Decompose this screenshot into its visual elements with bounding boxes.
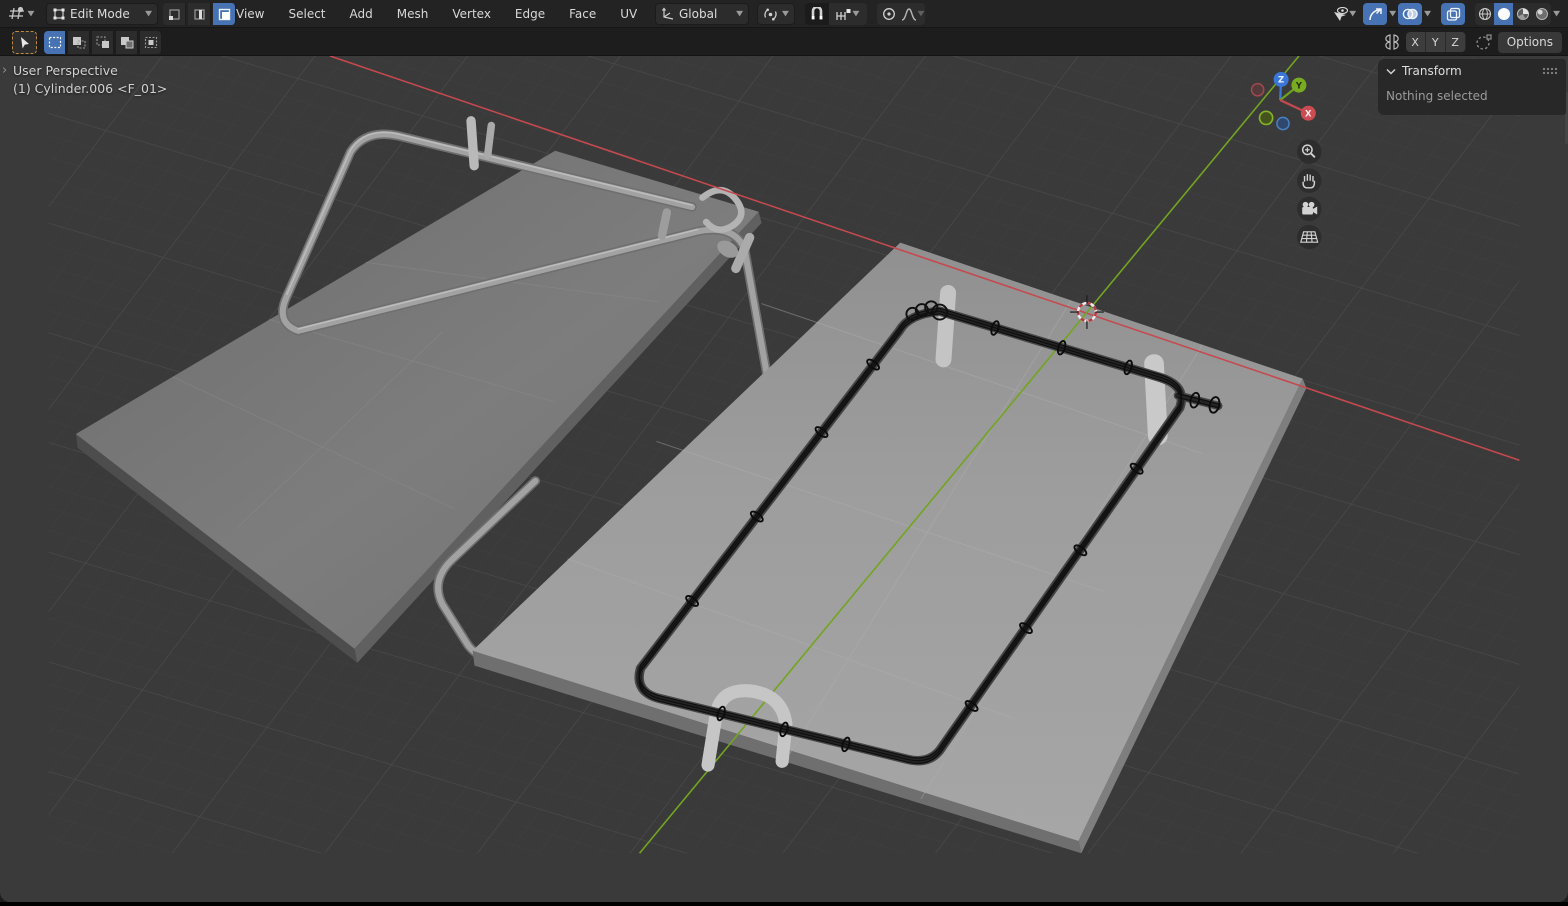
edge-select-mode-button[interactable] <box>188 3 211 25</box>
pivot-orbit-icon <box>764 8 777 20</box>
panel-title: Transform <box>1402 64 1462 78</box>
proportional-circle-icon <box>882 8 895 20</box>
active-tool-button[interactable] <box>12 31 37 54</box>
gizmo-arrow-icon <box>1368 7 1382 20</box>
edit-cube-icon <box>53 8 65 20</box>
toolbar-expand-arrow[interactable]: › <box>2 63 7 78</box>
chevron-down-icon: ▼ <box>27 10 35 18</box>
gizmos-toggle-button[interactable] <box>1363 3 1388 25</box>
proportional-editing-button[interactable] <box>876 3 901 25</box>
options-button[interactable]: Options <box>1497 31 1562 53</box>
chevron-down-icon: ▼ <box>736 10 743 18</box>
overlays-toggle-button[interactable] <box>1398 3 1423 25</box>
chevron-down-icon <box>1386 68 1396 75</box>
axes-icon <box>662 7 674 20</box>
cursor-eye-icon <box>1334 6 1349 21</box>
zoom-button[interactable] <box>1297 139 1322 164</box>
xray-toggle-button[interactable] <box>1441 3 1466 25</box>
pan-button[interactable] <box>1297 168 1322 193</box>
axis-neg-z-ball[interactable] <box>1276 116 1290 131</box>
chevron-down-icon[interactable]: ▼ <box>1424 10 1431 18</box>
falloff-dropdown[interactable]: ▼ <box>900 3 925 25</box>
transform-orientation-dropdown[interactable]: Global ▼ <box>655 3 749 25</box>
select-subtract-button[interactable] <box>92 31 114 54</box>
snap-toggle-button[interactable] <box>804 3 829 25</box>
menu-vertex[interactable]: Vertex <box>441 0 502 28</box>
mirror-y-button[interactable]: Y <box>1425 32 1446 52</box>
falloff-curve-icon <box>902 7 917 21</box>
select-new-icon <box>48 36 61 49</box>
menu-edge[interactable]: Edge <box>504 0 556 28</box>
mirror-x-button[interactable]: X <box>1405 32 1426 52</box>
menu-mesh[interactable]: Mesh <box>386 0 440 28</box>
select-subtract-icon <box>95 36 109 48</box>
pivot-point-dropdown[interactable]: ▼ <box>757 3 795 25</box>
editor-type-button[interactable]: ▼ <box>6 3 36 25</box>
chevron-down-icon: ▼ <box>782 10 789 18</box>
solid-sphere-icon <box>1497 8 1510 20</box>
view-perspective-label: User Perspective <box>13 63 118 78</box>
axis-z-label: Z <box>1278 75 1284 85</box>
rendered-sphere-icon <box>1535 8 1548 20</box>
edge-select-icon <box>193 8 205 20</box>
camera-view-button[interactable] <box>1297 196 1322 222</box>
viewport-grid-icon <box>8 6 24 20</box>
orthographic-toggle-button[interactable] <box>1297 224 1322 250</box>
shading-rendered-button[interactable] <box>1532 3 1552 25</box>
shading-solid-button[interactable] <box>1494 3 1514 25</box>
shading-material-button[interactable] <box>1513 3 1533 25</box>
menu-add[interactable]: Add <box>339 0 384 28</box>
snap-target-dropdown[interactable]: ▼ <box>828 3 867 25</box>
menu-face[interactable]: Face <box>558 0 607 28</box>
tweak-cursor-icon <box>21 36 29 48</box>
sidebar-transform-panel: Transform Nothing selected <box>1378 59 1566 115</box>
mode-label: Edit Mode <box>70 7 130 21</box>
header-menubar: View Select Add Mesh Vertex Edge Face UV <box>225 0 648 28</box>
viewport-header: ▼ Edit Mode ▼ View Select Add Mesh Verte… <box>0 0 1568 28</box>
panel-drag-handle[interactable] <box>1542 67 1558 75</box>
panel-empty-message: Nothing selected <box>1386 89 1488 103</box>
axis-neg-y-ball[interactable] <box>1258 110 1274 126</box>
axis-x-label: X <box>1305 108 1312 118</box>
select-intersect-icon <box>144 36 157 49</box>
select-extend-icon <box>72 37 86 49</box>
wireframe-sphere-icon <box>1478 7 1491 21</box>
chevron-down-icon: ▼ <box>852 10 860 18</box>
viewport-scene[interactable]: Z Y X <box>0 56 1568 902</box>
visibility-dropdown[interactable]: ▼ <box>1327 3 1361 25</box>
chevron-down-icon[interactable]: ▼ <box>1389 10 1396 18</box>
menu-uv[interactable]: UV <box>609 0 648 28</box>
transform-panel-header[interactable]: Transform <box>1378 59 1566 83</box>
axis-neg-x-ball[interactable] <box>1250 82 1265 97</box>
active-object-label: (1) Cylinder.006 <F_01> <box>13 81 168 96</box>
mode-dropdown[interactable]: Edit Mode ▼ <box>46 3 158 25</box>
chevron-down-icon: ▼ <box>1349 10 1357 18</box>
mirror-butterfly-icon[interactable] <box>1382 34 1402 50</box>
select-intersect-button[interactable] <box>140 31 162 54</box>
snap-base-icon[interactable] <box>1474 33 1494 51</box>
mirror-z-button[interactable]: Z <box>1445 32 1466 52</box>
material-sphere-icon <box>1516 8 1529 20</box>
axis-y-label: Y <box>1295 80 1303 90</box>
menu-view[interactable]: View <box>225 0 275 28</box>
vertex-select-mode-button[interactable] <box>163 3 186 25</box>
shading-wireframe-button[interactable] <box>1475 3 1495 25</box>
select-extend-button[interactable] <box>68 31 90 54</box>
vertex-select-icon <box>168 8 180 20</box>
select-invert-icon <box>120 37 133 49</box>
select-new-button[interactable] <box>44 31 66 54</box>
overlays-circles-icon <box>1402 8 1418 20</box>
magnet-icon <box>811 6 823 19</box>
menu-select[interactable]: Select <box>277 0 336 28</box>
xray-squares-icon <box>1446 7 1460 21</box>
3d-viewport[interactable]: Z Y X › User Perspective (1) Cylinder.00… <box>0 56 1568 902</box>
chevron-down-icon: ▼ <box>917 10 925 18</box>
chevron-down-icon: ▼ <box>145 10 152 18</box>
blender-window: ▼ Edit Mode ▼ View Select Add Mesh Verte… <box>0 0 1568 902</box>
orientation-label: Global <box>679 7 718 21</box>
chevron-down-icon[interactable]: ▼ <box>1553 10 1560 18</box>
select-invert-button[interactable] <box>116 31 138 54</box>
tool-settings-bar: X Y Z Options <box>0 28 1568 56</box>
snap-increment-icon <box>836 8 851 20</box>
